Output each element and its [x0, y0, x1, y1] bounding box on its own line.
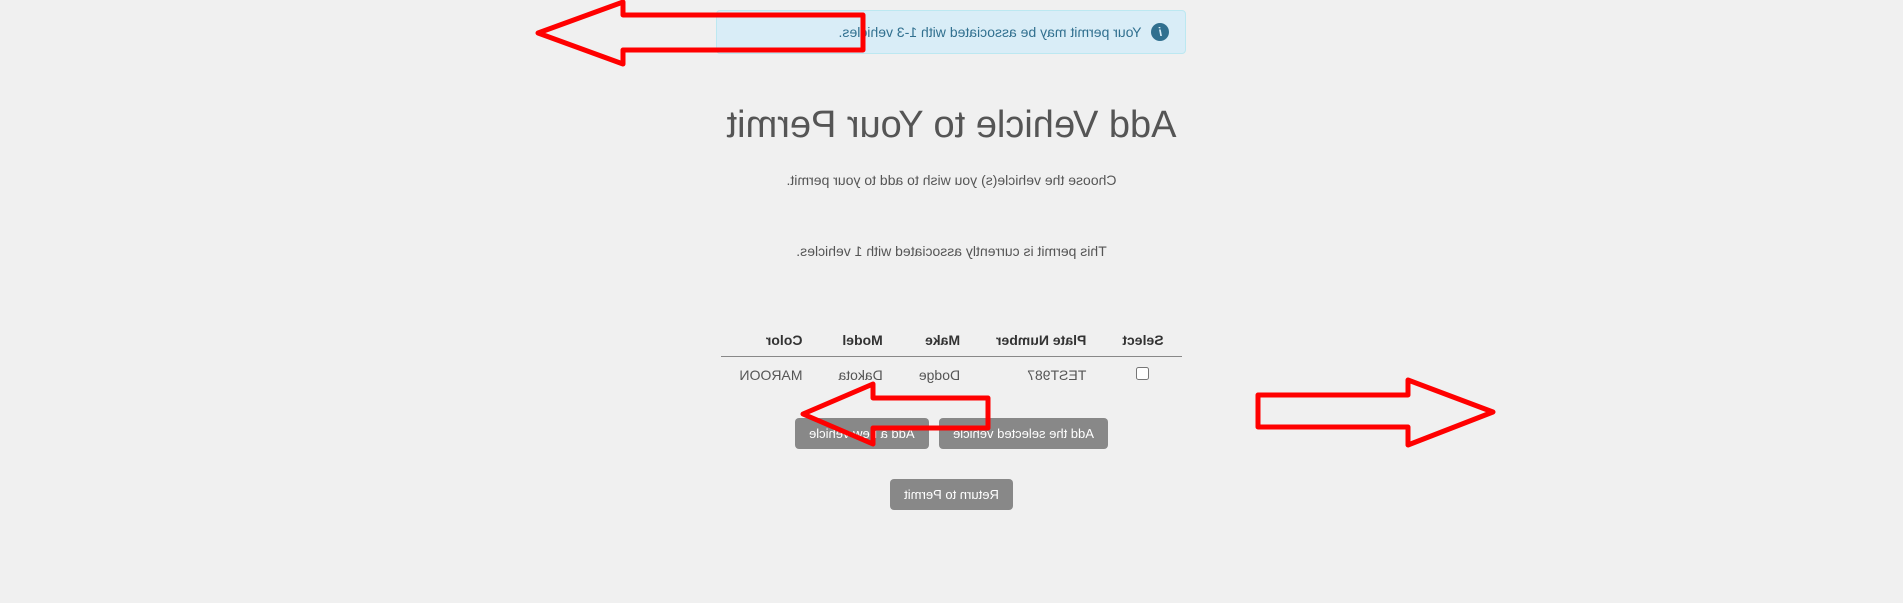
cell-model: Dakota: [820, 357, 900, 394]
cell-make: Dodge: [901, 357, 978, 394]
return-to-permit-button[interactable]: Return to Permit: [890, 479, 1013, 510]
permit-status-text: This permit is currently associated with…: [0, 243, 1903, 259]
cell-color: MAROON: [721, 357, 820, 394]
table-row: TEST987 Dodge Dakota MAROON: [721, 357, 1181, 394]
col-make: Make: [901, 324, 978, 357]
vehicle-select-checkbox[interactable]: [1136, 367, 1149, 380]
page-subtitle: Choose the vehicle(s) you wish to add to…: [0, 172, 1903, 188]
cell-plate: TEST987: [978, 357, 1104, 394]
cell-select: [1104, 357, 1181, 394]
info-banner-text: Your permit may be associated with 1-3 v…: [839, 24, 1142, 40]
add-selected-vehicle-button[interactable]: Add the selected vehicle: [939, 418, 1108, 449]
page-container: i Your permit may be associated with 1-3…: [0, 0, 1903, 510]
col-model: Model: [820, 324, 900, 357]
col-plate: Plate Number: [978, 324, 1104, 357]
info-icon: i: [1152, 23, 1170, 41]
info-banner: i Your permit may be associated with 1-3…: [717, 10, 1187, 54]
col-color: Color: [721, 324, 820, 357]
add-new-vehicle-button[interactable]: Add a new vehicle: [795, 418, 929, 449]
table-header-row: Select Plate Number Make Model Color: [721, 324, 1181, 357]
return-button-row: Return to Permit: [0, 479, 1903, 510]
action-button-row: Add the selected vehicle Add a new vehic…: [0, 418, 1903, 449]
page-title: Add Vehicle to Your Permit: [0, 104, 1903, 147]
vehicle-table: Select Plate Number Make Model Color TES…: [721, 324, 1181, 393]
col-select: Select: [1104, 324, 1181, 357]
